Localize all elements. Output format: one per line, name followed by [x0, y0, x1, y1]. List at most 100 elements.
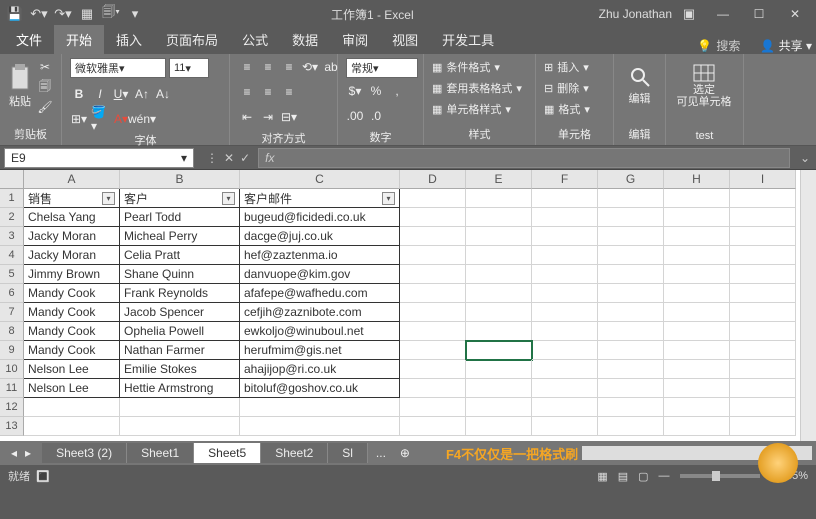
cell[interactable]: [400, 246, 466, 265]
row-header[interactable]: 12: [0, 398, 24, 417]
cell[interactable]: [664, 265, 730, 284]
minimize-button[interactable]: —: [706, 3, 740, 25]
border-button[interactable]: ⊞▾: [70, 110, 88, 128]
cell[interactable]: [532, 284, 598, 303]
tab-view[interactable]: 视图: [380, 25, 430, 54]
cell[interactable]: [664, 322, 730, 341]
cell[interactable]: [730, 284, 796, 303]
cell[interactable]: [466, 208, 532, 227]
cell[interactable]: [400, 417, 466, 436]
tab-more[interactable]: ...: [368, 443, 394, 463]
cell[interactable]: [730, 417, 796, 436]
phonetic-button[interactable]: wén▾: [133, 110, 151, 128]
cell[interactable]: [664, 341, 730, 360]
cell[interactable]: bugeud@ficidedi.co.uk: [240, 208, 400, 227]
cell[interactable]: Frank Reynolds: [120, 284, 240, 303]
copy-icon[interactable]: 🗐: [36, 78, 54, 96]
cell[interactable]: [400, 208, 466, 227]
sheet-tab[interactable]: Sheet3 (2): [42, 443, 127, 463]
cell[interactable]: dacge@juj.co.uk: [240, 227, 400, 246]
row-header[interactable]: 4: [0, 246, 24, 265]
cell[interactable]: [466, 303, 532, 322]
cell[interactable]: [400, 379, 466, 398]
cell[interactable]: Pearl Todd: [120, 208, 240, 227]
cell[interactable]: [532, 341, 598, 360]
italic-button[interactable]: I: [91, 85, 109, 103]
name-box[interactable]: E9▾: [4, 148, 194, 168]
grow-font-icon[interactable]: A↑: [133, 85, 151, 103]
cell[interactable]: [532, 227, 598, 246]
row-header[interactable]: 13: [0, 417, 24, 436]
insert-cells-button[interactable]: ⊞ 插入 ▾: [544, 58, 589, 76]
font-name-select[interactable]: 微软雅黑 ▾: [70, 58, 166, 78]
cell[interactable]: [730, 208, 796, 227]
cell[interactable]: [532, 417, 598, 436]
tab-insert[interactable]: 插入: [104, 25, 154, 54]
cell[interactable]: [730, 360, 796, 379]
cell[interactable]: [466, 189, 532, 208]
cell[interactable]: [598, 208, 664, 227]
cell[interactable]: [730, 341, 796, 360]
close-button[interactable]: ✕: [778, 3, 812, 25]
cell[interactable]: [598, 322, 664, 341]
cell[interactable]: [664, 189, 730, 208]
accept-fx-icon[interactable]: ✓: [240, 151, 250, 165]
cancel-fx-icon[interactable]: ✕: [224, 151, 234, 165]
spreadsheet-grid[interactable]: ABCDEFGHI 12345678910111213 销售▾客户▾客户邮件▾C…: [0, 170, 816, 441]
comma-icon[interactable]: ,: [388, 82, 406, 100]
cell[interactable]: [598, 379, 664, 398]
align-bot-icon[interactable]: ≡: [280, 58, 298, 76]
cell[interactable]: [598, 246, 664, 265]
cell[interactable]: [598, 189, 664, 208]
row-header[interactable]: 7: [0, 303, 24, 322]
format-painter-icon[interactable]: 🖌: [36, 98, 54, 116]
align-mid-icon[interactable]: ≡: [259, 58, 277, 76]
undo-icon[interactable]: ↶▾: [28, 3, 50, 25]
cell[interactable]: [664, 417, 730, 436]
cell[interactable]: [598, 341, 664, 360]
cell[interactable]: [240, 398, 400, 417]
cell[interactable]: [532, 379, 598, 398]
cell[interactable]: [598, 265, 664, 284]
col-header[interactable]: D: [400, 170, 466, 189]
zoom-slider[interactable]: [680, 474, 760, 478]
percent-icon[interactable]: %: [367, 82, 385, 100]
zoom-out-icon[interactable]: —: [659, 470, 670, 482]
cell[interactable]: [466, 284, 532, 303]
cell[interactable]: [400, 265, 466, 284]
cell[interactable]: [400, 360, 466, 379]
cell[interactable]: [730, 265, 796, 284]
redo-icon[interactable]: ↷▾: [52, 3, 74, 25]
view-normal-icon[interactable]: ▦: [597, 470, 607, 483]
row-header[interactable]: 8: [0, 322, 24, 341]
assistant-badge-icon[interactable]: [758, 443, 798, 483]
tab-file[interactable]: 文件: [4, 25, 54, 54]
cell[interactable]: Jimmy Brown: [24, 265, 120, 284]
cell[interactable]: Jacky Moran: [24, 246, 120, 265]
cell[interactable]: [664, 208, 730, 227]
cell[interactable]: Mandy Cook: [24, 303, 120, 322]
cell[interactable]: [532, 322, 598, 341]
col-header[interactable]: I: [730, 170, 796, 189]
cell[interactable]: [400, 322, 466, 341]
shrink-font-icon[interactable]: A↓: [154, 85, 172, 103]
number-format-select[interactable]: 常规 ▾: [346, 58, 418, 78]
cell[interactable]: [730, 379, 796, 398]
cell[interactable]: ewkoljo@winuboul.net: [240, 322, 400, 341]
cell[interactable]: [400, 398, 466, 417]
fill-color-button[interactable]: 🪣▾: [91, 110, 109, 128]
cell[interactable]: [664, 284, 730, 303]
share-button[interactable]: 👤 共享 ▾: [760, 37, 812, 54]
cell[interactable]: [532, 246, 598, 265]
table-format-button[interactable]: ▦ 套用表格格式 ▾: [432, 79, 522, 97]
cell[interactable]: [730, 398, 796, 417]
inc-decimal-icon[interactable]: .00: [346, 107, 364, 125]
cell[interactable]: [730, 227, 796, 246]
col-header[interactable]: G: [598, 170, 664, 189]
cell[interactable]: Shane Quinn: [120, 265, 240, 284]
tab-data[interactable]: 数据: [280, 25, 330, 54]
tab-review[interactable]: 审阅: [330, 25, 380, 54]
tab-home[interactable]: 开始: [54, 25, 104, 54]
cell[interactable]: [400, 303, 466, 322]
cell[interactable]: ahajijop@ri.co.uk: [240, 360, 400, 379]
